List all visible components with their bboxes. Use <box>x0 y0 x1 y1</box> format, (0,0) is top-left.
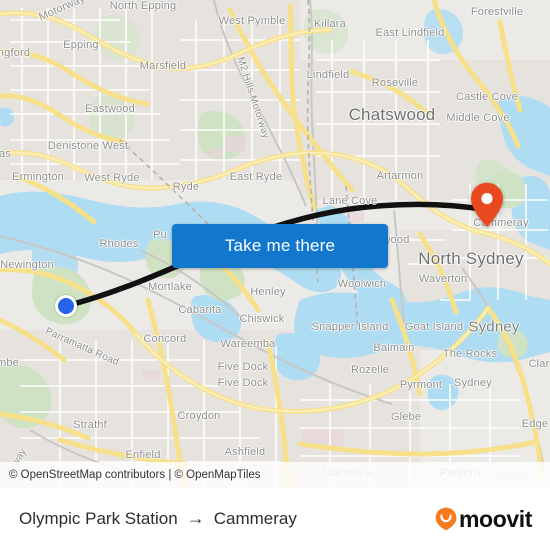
moovit-wordmark: moovit <box>459 505 532 532</box>
map-attribution-text: © OpenStreetMap contributors | © OpenMap… <box>9 469 261 481</box>
route-origin-label: Olympic Park Station <box>19 509 178 528</box>
map-attribution-bar: © OpenStreetMap contributors | © OpenMap… <box>0 462 550 488</box>
route-destination-label: Cammeray <box>213 509 297 528</box>
destination-pin-icon[interactable] <box>470 182 504 228</box>
take-me-there-label: Take me there <box>224 236 336 255</box>
moovit-pin-icon <box>435 507 457 531</box>
map-canvas[interactable]: Motorway North Epping West Pymble Killara Fo… <box>0 0 550 488</box>
moovit-map-screenshot: Motorway North Epping West Pymble Killara Fo… <box>0 0 550 550</box>
moovit-logo[interactable]: moovit <box>435 507 532 531</box>
arrow-right-icon: → <box>186 508 205 528</box>
origin-marker[interactable] <box>55 295 77 317</box>
footer-bar: Olympic Park Station → Cammeray moovit <box>0 488 550 550</box>
route-summary: Olympic Park Station → Cammeray <box>19 509 297 529</box>
take-me-there-button[interactable]: Take me there <box>172 224 388 268</box>
